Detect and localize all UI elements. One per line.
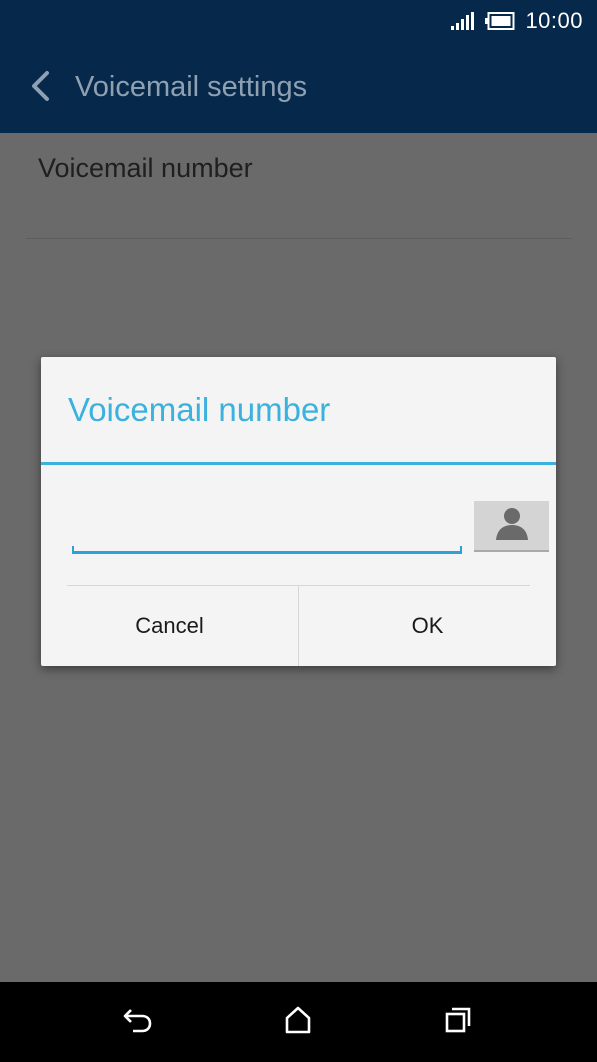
voicemail-number-input[interactable]	[72, 511, 462, 549]
navigation-bar	[0, 982, 597, 1062]
contact-picker-button[interactable]	[474, 501, 549, 552]
chevron-left-icon	[29, 70, 51, 107]
list-item-voicemail-number[interactable]: Voicemail number	[0, 133, 597, 239]
list-divider	[26, 238, 572, 239]
ok-button[interactable]: OK	[299, 586, 556, 666]
dialog-title: Voicemail number	[68, 391, 331, 428]
number-input-wrap	[72, 511, 462, 555]
app-bar: Voicemail settings	[0, 42, 597, 133]
nav-home-button[interactable]	[278, 1002, 318, 1042]
back-icon	[122, 1006, 154, 1039]
nav-back-button[interactable]	[118, 1002, 158, 1042]
list-item-label: Voicemail number	[38, 153, 253, 183]
battery-icon	[485, 12, 515, 30]
person-icon	[494, 505, 530, 546]
status-time: 10:00	[525, 8, 583, 33]
home-icon	[283, 1005, 313, 1040]
status-icons: 10:00	[451, 0, 583, 42]
voicemail-number-dialog: Voicemail number Cancel OK	[41, 357, 556, 666]
nav-recents-button[interactable]	[438, 1002, 478, 1042]
status-bar: 10:00	[0, 0, 597, 42]
cancel-button[interactable]: Cancel	[41, 586, 298, 666]
signal-icon	[451, 12, 475, 30]
input-underline	[72, 546, 462, 554]
recents-icon	[443, 1005, 473, 1040]
page-title: Voicemail settings	[75, 71, 308, 103]
back-button[interactable]	[18, 64, 62, 112]
dialog-title-divider	[41, 462, 556, 465]
